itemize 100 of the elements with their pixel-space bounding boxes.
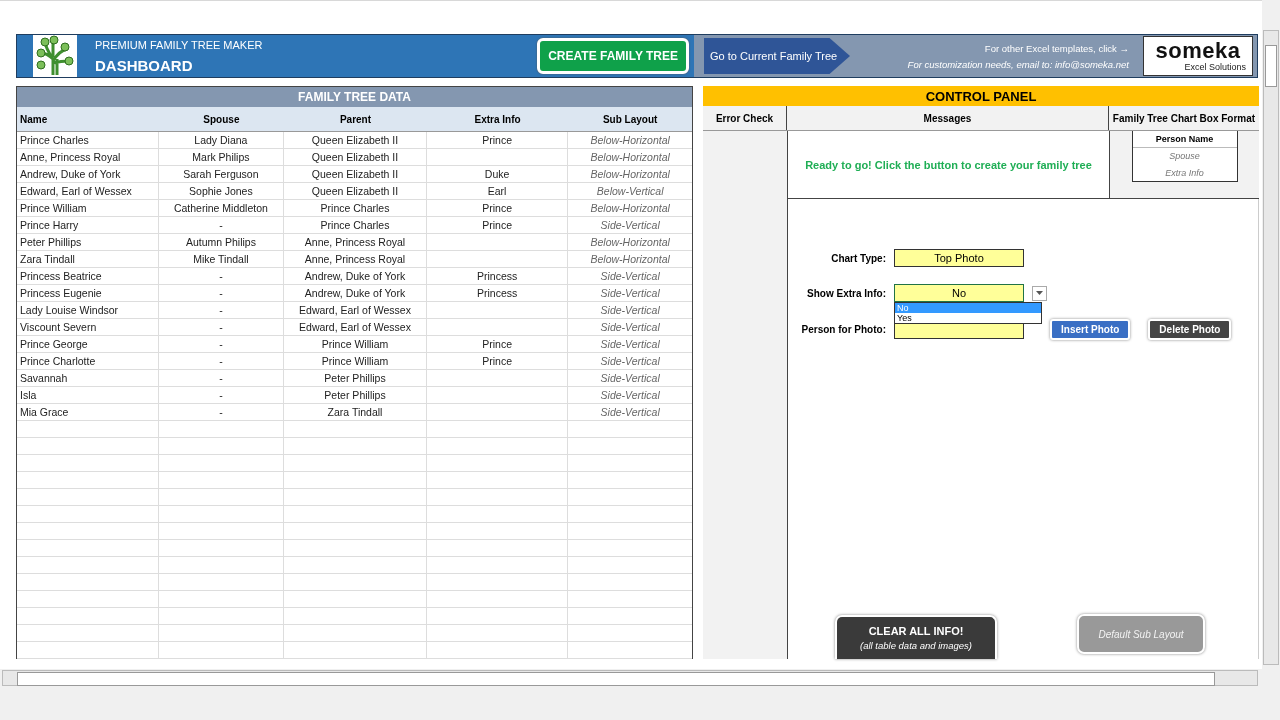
table-cell: Prince Charlotte xyxy=(17,353,159,369)
table-cell-text: Below-Horizontal xyxy=(589,133,671,148)
table-cell-text: Side-Vertical xyxy=(599,303,661,318)
table-cell: - xyxy=(158,302,285,318)
table-cell: Prince George xyxy=(17,336,159,352)
table-cell: Queen Elizabeth II xyxy=(284,132,427,148)
table-cell: Princess Eugenie xyxy=(17,285,159,301)
column-header: Messages xyxy=(787,106,1109,130)
table-cell: Princess xyxy=(426,285,569,301)
table-cell: Anne, Princess Royal xyxy=(284,251,427,267)
table-cell: - xyxy=(158,370,285,386)
table-cell: - xyxy=(158,268,285,284)
table-cell: Queen Elizabeth II xyxy=(284,183,427,199)
go-to-tree-button[interactable]: Go to Current Family Tree xyxy=(704,38,850,74)
table-cell: Autumn Philips xyxy=(158,234,285,250)
status-message: Ready to go! Click the button to create your family tree xyxy=(805,158,1092,171)
dashboard-title: DASHBOARD xyxy=(95,56,194,74)
table-cell-text: Below-Horizontal xyxy=(589,201,671,216)
family-tree-logo-icon xyxy=(33,35,77,77)
box-format-line: Spouse xyxy=(1168,150,1201,164)
app-subtitle: PREMIUM FAMILY TREE MAKER xyxy=(95,38,264,51)
table-cell: Viscount Severn xyxy=(17,319,159,335)
table-cell: Andrew, Duke of York xyxy=(284,268,427,284)
table-cell: - xyxy=(158,217,285,233)
table-cell: Prince William xyxy=(284,353,427,369)
table-cell: Anne, Princess Royal xyxy=(284,234,427,250)
table-cell-text: Side-Vertical xyxy=(599,354,661,369)
table-cell-text: Side-Vertical xyxy=(599,405,661,420)
brand-tagline: Excel Solutions xyxy=(1184,62,1246,72)
table-cell: Anne, Princess Royal xyxy=(17,149,159,165)
table-cell: Catherine Middleton xyxy=(158,200,285,216)
table-cell: Edward, Earl of Wessex xyxy=(17,183,159,199)
table-cell: Prince xyxy=(426,132,569,148)
table-cell: - xyxy=(158,285,285,301)
table-cell-text: Below-Horizontal xyxy=(589,252,671,267)
table-cell: Prince Charles xyxy=(284,200,427,216)
field-label: Person for Photo: xyxy=(800,324,886,335)
column-header: Sub Layout xyxy=(601,112,659,127)
table-cell-text: Side-Vertical xyxy=(599,337,661,352)
column-header: Extra Info xyxy=(473,112,522,127)
column-header: Parent xyxy=(338,112,373,127)
table-cell: Andrew, Duke of York xyxy=(284,285,427,301)
table-cell: Prince xyxy=(426,217,569,233)
table-cell: Mia Grace xyxy=(17,404,159,420)
photo-button[interactable]: Insert Photo xyxy=(1050,319,1131,340)
table-cell: - xyxy=(158,319,285,335)
table-cell-text: Below-Horizontal xyxy=(589,235,671,250)
table-cell: Prince William xyxy=(284,336,427,352)
table-cell: Prince xyxy=(426,200,569,216)
table-cell: Princess xyxy=(426,268,569,284)
table-cell: - xyxy=(158,387,285,403)
field-label: Chart Type: xyxy=(830,252,886,264)
table-cell: Prince xyxy=(426,353,569,369)
column-header: Name xyxy=(19,112,49,127)
vertical-scrollbar[interactable] xyxy=(1263,30,1279,665)
table-cell: Prince Charles xyxy=(284,217,427,233)
table-cell-text: Side-Vertical xyxy=(599,286,661,301)
control-panel-title: CONTROL PANEL xyxy=(703,86,1259,106)
input-field[interactable]: Top Photo xyxy=(894,249,1024,267)
box-format-line: Person Name xyxy=(1132,131,1237,149)
table-cell: Princess Beatrice xyxy=(17,268,159,284)
table-cell-text: Side-Vertical xyxy=(599,320,661,335)
table-cell: - xyxy=(158,353,285,369)
column-header: Error Check xyxy=(703,106,787,130)
dropdown-option[interactable]: Yes xyxy=(895,313,1041,323)
table-cell: Queen Elizabeth II xyxy=(284,166,427,182)
email-note: For customization needs, email to: info@someka.net xyxy=(907,58,1129,70)
table-cell: Zara Tindall xyxy=(17,251,159,267)
table-cell: Peter Phillips xyxy=(284,387,427,403)
table-cell: - xyxy=(158,336,285,352)
table-cell: Lady Louise Windsor xyxy=(17,302,159,318)
table-cell: Lady Diana xyxy=(158,132,285,148)
column-header: Family Tree Chart Box Format xyxy=(1111,111,1257,126)
table-cell: Sophie Jones xyxy=(158,183,285,199)
table-cell: Mike Tindall xyxy=(158,251,285,267)
horizontal-scrollbar[interactable] xyxy=(2,670,1258,686)
table-cell-text: Side-Vertical xyxy=(599,218,661,233)
table-cell: Duke xyxy=(426,166,569,182)
box-format-line: Extra Info xyxy=(1164,166,1205,180)
table-title: FAMILY TREE DATA xyxy=(17,87,692,107)
table-cell: Andrew, Duke of York xyxy=(17,166,159,182)
table-cell-text: Below-Horizontal xyxy=(589,150,671,165)
table-cell-text: Below-Horizontal xyxy=(589,167,671,182)
table-cell: Sarah Ferguson xyxy=(158,166,285,182)
table-cell: Isla xyxy=(17,387,159,403)
table-cell: Earl xyxy=(426,183,569,199)
table-cell: Edward, Earl of Wessex xyxy=(284,302,427,318)
clear-all-button[interactable]: CLEAR ALL INFO! (all table data and images) xyxy=(835,615,997,659)
table-cell: Zara Tindall xyxy=(284,404,427,420)
table-cell: Prince xyxy=(426,336,569,352)
table-cell-text: Side-Vertical xyxy=(599,388,661,403)
column-header: Spouse xyxy=(202,112,241,127)
table-cell-text: Below-Vertical xyxy=(595,184,665,199)
photo-button[interactable]: Delete Photo xyxy=(1148,319,1232,340)
brand-logo[interactable]: someka Excel Solutions xyxy=(1143,36,1253,76)
table-cell: Savannah xyxy=(17,370,159,386)
table-cell: Peter Phillips xyxy=(284,370,427,386)
table-cell: - xyxy=(158,404,285,420)
table-cell: Prince Charles xyxy=(17,132,159,148)
brand-name: someka xyxy=(1155,40,1241,62)
